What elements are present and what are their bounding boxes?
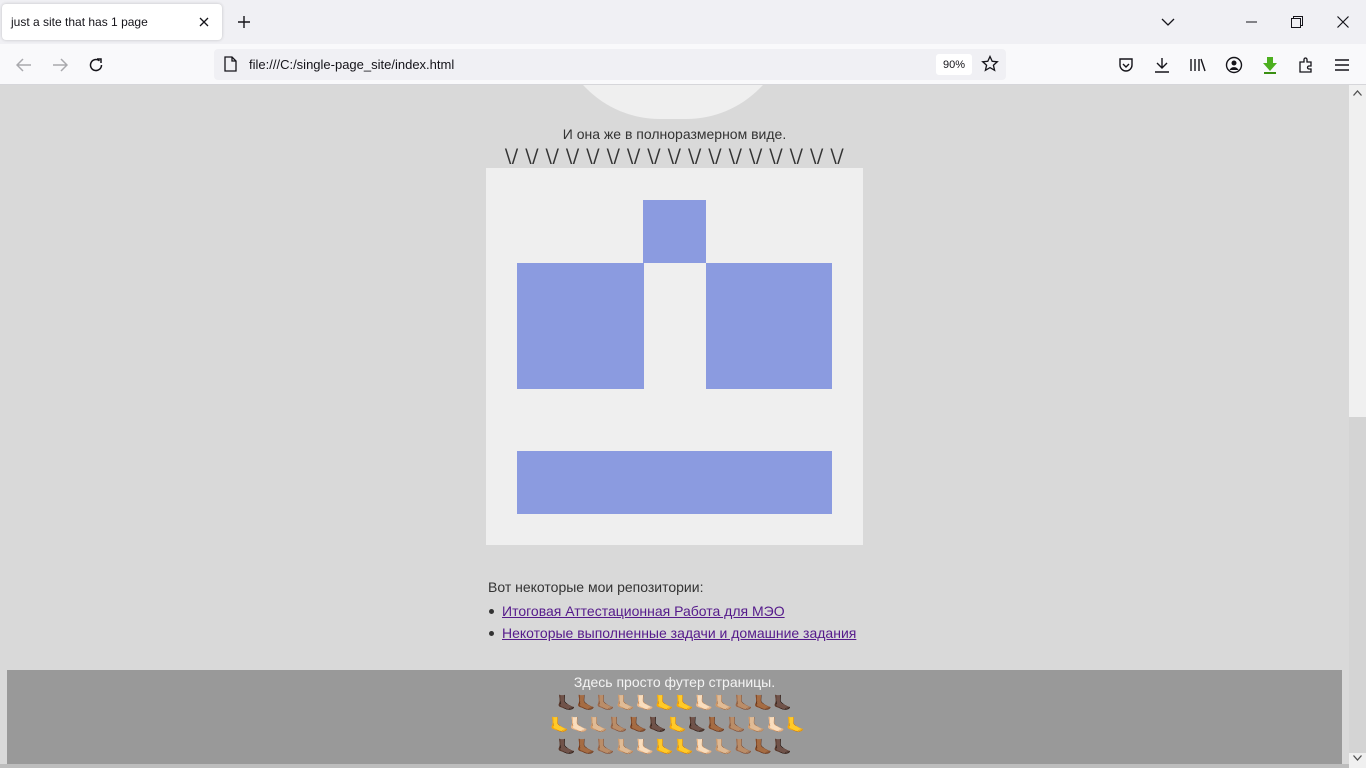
repos-title: Вот некоторые мои репозитории:: [488, 579, 704, 595]
pocket-icon[interactable]: [1113, 52, 1139, 78]
page-icon: [224, 56, 237, 77]
forward-icon[interactable]: [47, 52, 73, 78]
footer-feet-emoji: 🦶🏿🦶🏾🦶🏽🦶🏼🦶🏻🦶🦶🦶🏻🦶🏼🦶🏽🦶🏾🦶🏿 🦶🦶🏻🦶🏼🦶🏽🦶🏾🦶🏿🦶🦶🏿🦶🏾🦶…: [550, 693, 806, 759]
library-icon[interactable]: [1185, 52, 1211, 78]
downloads-icon[interactable]: [1149, 52, 1175, 78]
reload-icon[interactable]: [83, 52, 109, 78]
close-tab-icon[interactable]: [194, 12, 214, 32]
restore-icon[interactable]: [1274, 0, 1320, 44]
image-caption: И она же в полноразмерном виде.: [562, 126, 787, 142]
tab-bar: just a site that has 1 page: [0, 0, 1366, 44]
page-footer: Здесь просто футер страницы. 🦶🏿🦶🏾🦶🏽🦶🏼🦶🏻🦶…: [7, 670, 1342, 768]
figure-top-square: [643, 200, 706, 263]
nav-bar: file:///C:/single-page_site/index.html 9…: [0, 44, 1366, 85]
url-bar[interactable]: file:///C:/single-page_site/index.html 9…: [214, 49, 1006, 80]
feet-row: 🦶🏿🦶🏾🦶🏽🦶🏼🦶🏻🦶🦶🦶🏻🦶🏼🦶🏽🦶🏾🦶🏿: [556, 739, 794, 756]
extensions-icon[interactable]: [1293, 52, 1319, 78]
circle-image-bottom: [556, 85, 790, 119]
vertical-scrollbar[interactable]: [1349, 85, 1366, 768]
scroll-up-icon[interactable]: [1349, 85, 1366, 101]
extension-download-icon[interactable]: [1257, 52, 1283, 78]
browser-tab[interactable]: just a site that has 1 page: [2, 4, 222, 40]
page-viewport: И она же в полноразмерном виде. \/ \/ \/…: [0, 85, 1349, 768]
url-text: file:///C:/single-page_site/index.html: [249, 57, 455, 72]
back-icon[interactable]: [11, 52, 37, 78]
figure-right-square: [706, 263, 832, 389]
list-all-tabs-icon[interactable]: [1145, 0, 1191, 44]
minimize-icon[interactable]: [1228, 0, 1274, 44]
feet-row: 🦶🦶🏻🦶🏼🦶🏽🦶🏾🦶🏿🦶🦶🏿🦶🏾🦶🏽🦶🏼🦶🏻🦶: [550, 717, 806, 734]
zigzag-decoration: \/ \/ \/ \/ \/ \/ \/ \/ \/ \/ \/ \/ \/ \…: [504, 145, 845, 167]
repo-link-homework[interactable]: Некоторые выполненные задачи и домашние …: [502, 625, 856, 641]
repo-link-attestation[interactable]: Итоговая Аттестационная Работа для МЭО: [502, 603, 785, 619]
repo-list: Итоговая Аттестационная Работа для МЭО Н…: [488, 600, 856, 644]
bookmark-star-icon[interactable]: [981, 54, 999, 78]
list-item: Некоторые выполненные задачи и домашние …: [488, 622, 856, 644]
tab-title: just a site that has 1 page: [11, 15, 148, 29]
feet-row: 🦶🏿🦶🏾🦶🏽🦶🏼🦶🏻🦶🦶🦶🏻🦶🏼🦶🏽🦶🏾🦶🏿: [556, 695, 794, 712]
blocks-figure: [486, 168, 863, 545]
close-window-icon[interactable]: [1320, 0, 1366, 44]
scroll-down-icon[interactable]: [1349, 750, 1366, 766]
footer-text: Здесь просто футер страницы.: [573, 674, 776, 690]
horizontal-scrollbar[interactable]: [0, 764, 1349, 768]
list-item: Итоговая Аттестационная Работа для МЭО: [488, 600, 856, 622]
scroll-thumb[interactable]: [1349, 417, 1366, 753]
figure-left-square: [517, 263, 644, 389]
account-icon[interactable]: [1221, 52, 1247, 78]
menu-icon[interactable]: [1329, 52, 1355, 78]
figure-bottom-bar: [517, 451, 832, 514]
repos-section: Вот некоторые мои репозитории: Итоговая …: [488, 579, 856, 644]
new-tab-icon[interactable]: [233, 11, 255, 33]
zoom-level[interactable]: 90%: [936, 54, 972, 75]
